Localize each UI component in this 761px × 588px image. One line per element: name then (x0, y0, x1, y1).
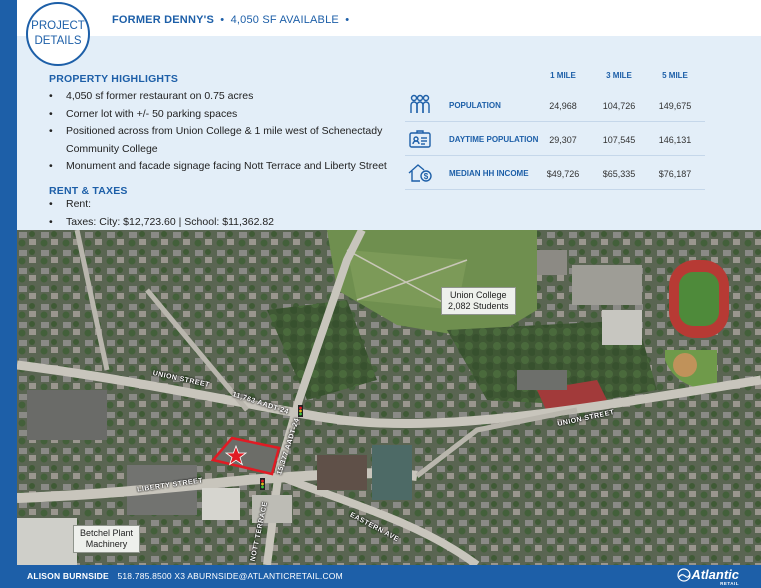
property-title: FORMER DENNY'S • 4,050 SF AVAILABLE • (112, 14, 350, 26)
agent-name: ALISON BURNSIDE (27, 571, 109, 581)
column-header-5-mile: 5 MILE (662, 71, 688, 80)
table-cell: 107,545 (602, 135, 636, 145)
column-header-3-mile: 3 MILE (606, 71, 632, 80)
house-dollar-icon: $ (408, 164, 432, 182)
column-header-1-mile: 1 MILE (550, 71, 576, 80)
property-highlights-list: 4,050 sf former restaurant on 0.75 acres… (49, 88, 387, 176)
table-cell: $49,726 (546, 169, 580, 179)
page-header: FORMER DENNY'S • 4,050 SF AVAILABLE • (17, 0, 761, 36)
row-label: POPULATION (449, 101, 501, 110)
badge-line-1: PROJECT (31, 20, 85, 32)
table-cell: 24,968 (549, 101, 577, 111)
population-icon (410, 94, 430, 113)
atlantic-retail-logo: Atlantic RETAIL (677, 567, 739, 586)
union-college-callout: Union College 2,082 Students (441, 287, 516, 315)
table-cell: 146,131 (658, 135, 692, 145)
left-accent-strip (0, 0, 17, 588)
table-cell: 104,726 (602, 101, 636, 111)
agent-email[interactable]: ABURNSIDE@ATLANTICRETAIL.COM (187, 571, 343, 581)
table-cell: $65,335 (602, 169, 636, 179)
logo-wave-icon (677, 567, 691, 582)
property-highlights-heading: PROPERTY HIGHLIGHTS (49, 73, 179, 85)
rent-taxes-list: Rent: Taxes: City: $12,723.60 | School: … (49, 196, 274, 231)
table-cell: 29,307 (549, 135, 577, 145)
agent-phone[interactable]: 518.785.8500 X3 (117, 571, 185, 581)
list-item: Corner lot with +/- 50 parking spaces (49, 106, 387, 124)
betchel-plant-callout: Betchel Plant Machinery (73, 525, 141, 553)
id-card-icon (409, 130, 431, 148)
table-cell: $76,187 (658, 169, 692, 179)
list-item: Rent: (49, 196, 274, 214)
table-row: DAYTIME POPULATION 29,307 107,545 146,13… (405, 122, 705, 156)
list-item: 4,050 sf former restaurant on 0.75 acres (49, 88, 387, 106)
svg-text:$: $ (424, 172, 429, 181)
contact-footer: ALISON BURNSIDE 518.785.8500 X3 ABURNSID… (17, 565, 761, 588)
list-item-continuation: Community College (66, 142, 158, 155)
table-row: $ MEDIAN HH INCOME $49,726 $65,335 $76,1… (405, 156, 705, 190)
list-item: Taxes: City: $12,723.60 | School: $11,36… (49, 214, 274, 232)
table-cell: 149,675 (658, 101, 692, 111)
list-item: Positioned across from Union College & 1… (49, 123, 387, 141)
row-label: DAYTIME POPULATION (449, 135, 539, 144)
badge-line-2: DETAILS (34, 35, 82, 47)
aerial-map[interactable]: Union College 2,082 Students Betchel Pla… (17, 230, 761, 565)
list-item: Monument and facade signage facing Nott … (49, 158, 387, 176)
aerial-photo (17, 230, 761, 565)
table-row: POPULATION 24,968 104,726 149,675 (405, 88, 705, 122)
row-label: MEDIAN HH INCOME (449, 169, 529, 178)
project-details-badge: PROJECT DETAILS (26, 2, 90, 66)
